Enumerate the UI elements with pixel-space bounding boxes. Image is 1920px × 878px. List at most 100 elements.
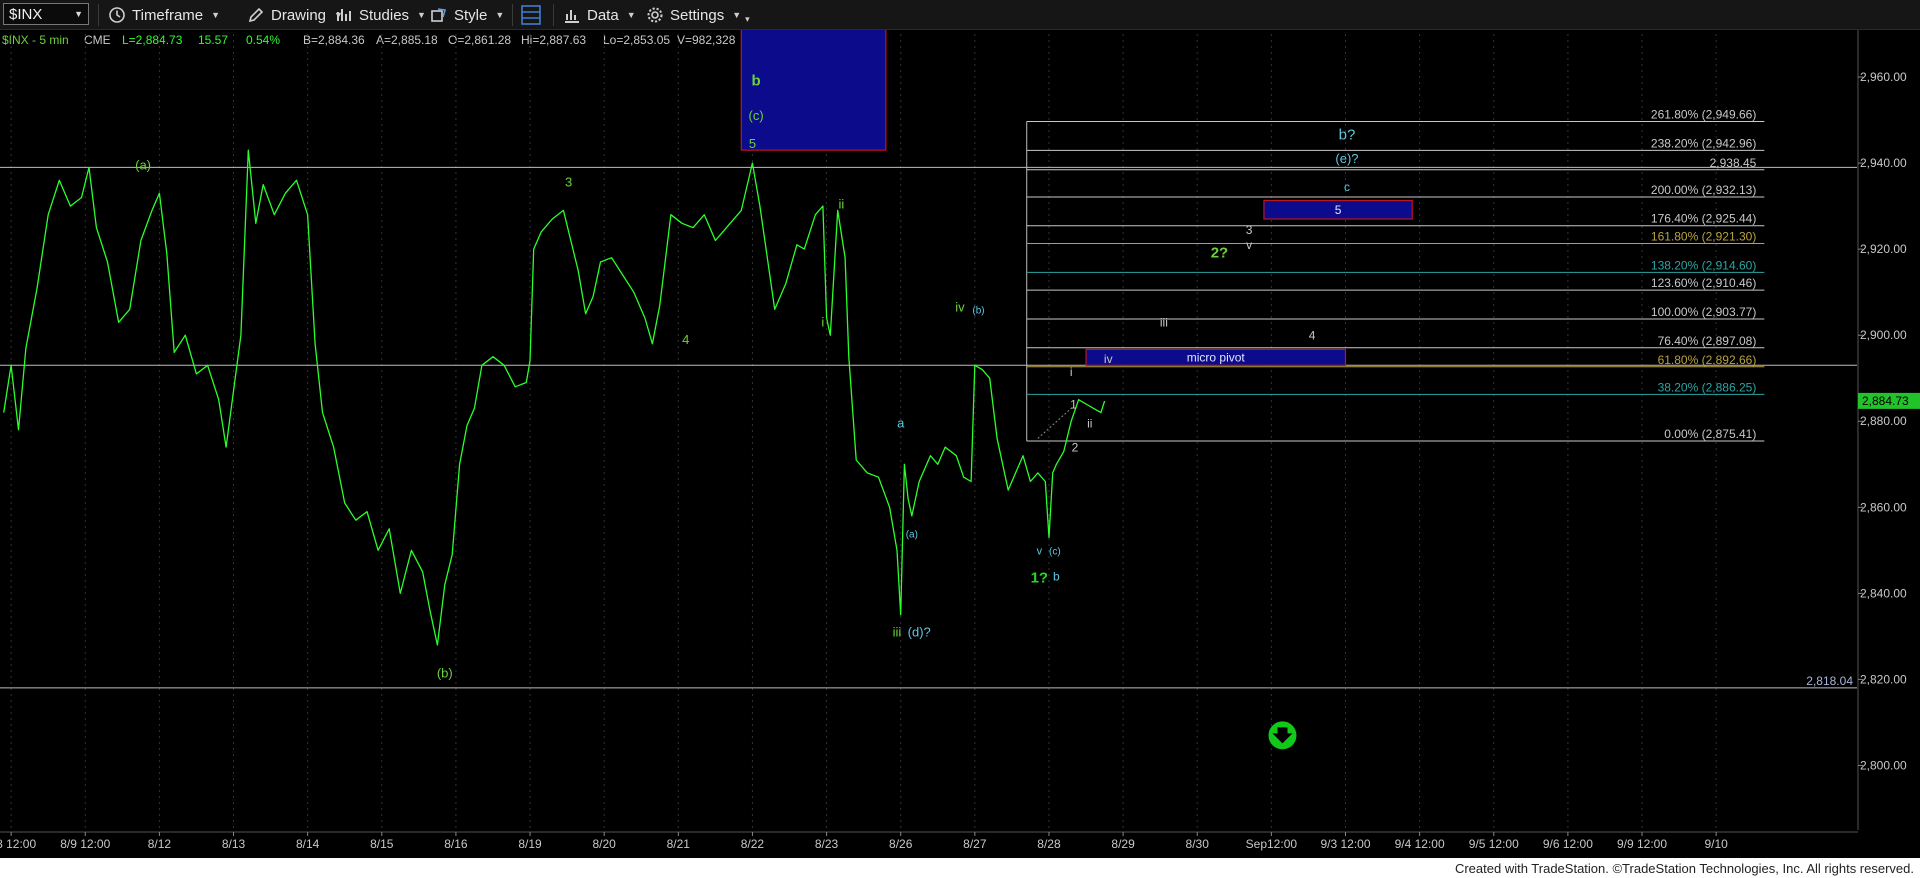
wave-label: i bbox=[1070, 365, 1073, 379]
wave-label: (c) bbox=[1049, 547, 1061, 558]
wave-label: 4 bbox=[682, 332, 689, 347]
wave-label: iii bbox=[1160, 316, 1168, 330]
wave-label: (b) bbox=[972, 306, 984, 317]
x-tick-label: 8/28 bbox=[1037, 837, 1061, 851]
wave-label: (c) bbox=[749, 108, 764, 123]
x-tick-label: 8/14 bbox=[296, 837, 320, 851]
wave-label: (a) bbox=[906, 529, 918, 540]
x-tick-label: 9/9 12:00 bbox=[1617, 837, 1667, 851]
header-last: L=2,884.73 bbox=[122, 33, 183, 47]
price-line bbox=[3, 149, 1106, 646]
wave-label: i bbox=[821, 315, 824, 330]
studies-icon bbox=[335, 6, 353, 24]
style-button[interactable]: Style ▼ bbox=[430, 0, 504, 30]
fib-level-label: 138.20% (2,914.60) bbox=[1651, 258, 1756, 272]
chevron-down-icon: ▼ bbox=[74, 9, 83, 19]
horizontal-line-label: 2,818.04 bbox=[1806, 674, 1853, 688]
studies-label: Studies bbox=[359, 6, 410, 24]
chevron-down-icon: ▼ bbox=[495, 10, 505, 20]
y-tick-label: 2,900.00 bbox=[1860, 328, 1907, 342]
wave-label: v bbox=[1037, 546, 1043, 558]
fib-level-label: 0.00% (2,875.41) bbox=[1664, 427, 1756, 441]
chart-icon bbox=[563, 6, 581, 24]
style-label: Style bbox=[454, 6, 488, 24]
wave-label: b bbox=[752, 73, 761, 90]
x-tick-label: 8/23 bbox=[815, 837, 839, 851]
settings-label: Settings bbox=[670, 6, 725, 24]
x-tick-label: 8/9 12:00 bbox=[60, 837, 110, 851]
x-tick-label: 8/12 bbox=[148, 837, 172, 851]
gear-icon bbox=[646, 6, 664, 24]
fib-level-label: 261.80% (2,949.66) bbox=[1651, 108, 1756, 122]
wave-label: iv bbox=[1104, 352, 1113, 366]
x-tick-label: 8/21 bbox=[667, 837, 691, 851]
price-chart[interactable]: $INX - 5 min CME L=2,884.73 15.57 0.54% … bbox=[0, 30, 1920, 858]
chevron-down-icon: ▼ bbox=[732, 10, 742, 20]
studies-button[interactable]: Studies ▼ bbox=[335, 0, 426, 30]
wave-label: a bbox=[897, 416, 905, 431]
wave-label: 1? bbox=[1031, 570, 1049, 587]
x-tick-label: 8/16 bbox=[444, 837, 468, 851]
fib-level-label: 161.80% (2,921.30) bbox=[1651, 230, 1756, 244]
y-tick-label: 2,920.00 bbox=[1860, 242, 1907, 256]
settings-button[interactable]: Settings ▼ ▾ bbox=[646, 0, 750, 30]
x-tick-label: 8/13 bbox=[222, 837, 246, 851]
header-volume: V=982,328 bbox=[677, 33, 736, 47]
header-change-pct: 0.54% bbox=[246, 33, 280, 47]
y-tick-label: 2,820.00 bbox=[1860, 672, 1907, 686]
toolbar-divider bbox=[553, 4, 554, 26]
drawing-label: Drawing bbox=[271, 6, 327, 24]
footer: Created with TradeStation. ©TradeStation… bbox=[0, 858, 1920, 878]
chevron-down-icon: ▼ bbox=[211, 10, 221, 20]
x-tick-label: 8/20 bbox=[592, 837, 616, 851]
fib-level-label: 123.60% (2,910.46) bbox=[1651, 276, 1756, 290]
chevron-down-icon: ▾ bbox=[745, 13, 750, 24]
pencil-icon bbox=[247, 6, 265, 24]
timeframe-button[interactable]: Timeframe ▼ bbox=[108, 0, 220, 30]
wave-label: b? bbox=[1339, 126, 1356, 143]
header-ask: A=2,885.18 bbox=[376, 33, 438, 47]
symbol-input[interactable]: $INX ▼ bbox=[3, 3, 89, 25]
fib-level-label: 38.20% (2,886.25) bbox=[1658, 380, 1757, 394]
layout-button[interactable] bbox=[520, 0, 542, 30]
wave-label: (b) bbox=[437, 665, 453, 680]
last-price-label: 2,884.73 bbox=[1862, 394, 1909, 408]
wave-label: (d)? bbox=[908, 624, 931, 639]
y-tick-label: 2,960.00 bbox=[1860, 70, 1907, 84]
y-tick-label: 2,800.00 bbox=[1860, 758, 1907, 772]
x-tick-label: 9/5 12:00 bbox=[1469, 837, 1519, 851]
header-symbol: $INX - 5 min bbox=[2, 33, 69, 47]
header-exchange: CME bbox=[84, 33, 111, 47]
wave-label: ii bbox=[1087, 417, 1092, 431]
drawing-button[interactable]: Drawing ▼ bbox=[247, 0, 343, 30]
fib-level-label: 176.40% (2,925.44) bbox=[1651, 212, 1756, 226]
wave-label: iii bbox=[893, 624, 902, 639]
chart-header: $INX - 5 min CME L=2,884.73 15.57 0.54% … bbox=[2, 33, 736, 47]
wave-label: 2 bbox=[1072, 440, 1079, 454]
wave-label: v bbox=[1246, 238, 1252, 252]
toolbar: $INX ▼ Timeframe ▼ Drawing ▼ Studies ▼ S… bbox=[0, 0, 1920, 30]
x-tick-label: 9/3 12:00 bbox=[1320, 837, 1370, 851]
wave-label: 5 bbox=[749, 136, 756, 151]
header-low: Lo=2,853.05 bbox=[603, 33, 670, 47]
x-tick-label: 8/22 bbox=[741, 837, 765, 851]
data-button[interactable]: Data ▼ bbox=[563, 0, 636, 30]
wave-label: (e)? bbox=[1335, 151, 1358, 166]
x-tick-label: 8/8 12:00 bbox=[0, 837, 36, 851]
fib-level-label: 76.40% (2,897.08) bbox=[1658, 334, 1757, 348]
wave-label: 2? bbox=[1211, 245, 1229, 262]
toolbar-divider bbox=[98, 4, 99, 26]
target-box-label: 5 bbox=[1335, 203, 1342, 217]
data-label: Data bbox=[587, 6, 619, 24]
clock-icon bbox=[108, 6, 126, 24]
x-tick-label: 9/10 bbox=[1704, 837, 1728, 851]
footer-credit: Created with TradeStation. ©TradeStation… bbox=[1454, 861, 1914, 876]
x-tick-label: 8/30 bbox=[1186, 837, 1210, 851]
chevron-down-icon: ▼ bbox=[417, 10, 426, 20]
symbol-text: $INX bbox=[9, 5, 43, 23]
y-tick-label: 2,860.00 bbox=[1860, 500, 1907, 514]
target-box bbox=[740, 30, 887, 151]
wave-label: (a) bbox=[135, 158, 151, 173]
fib-level-label: 61.80% (2,892.66) bbox=[1658, 353, 1757, 367]
layout-icon bbox=[520, 4, 542, 26]
